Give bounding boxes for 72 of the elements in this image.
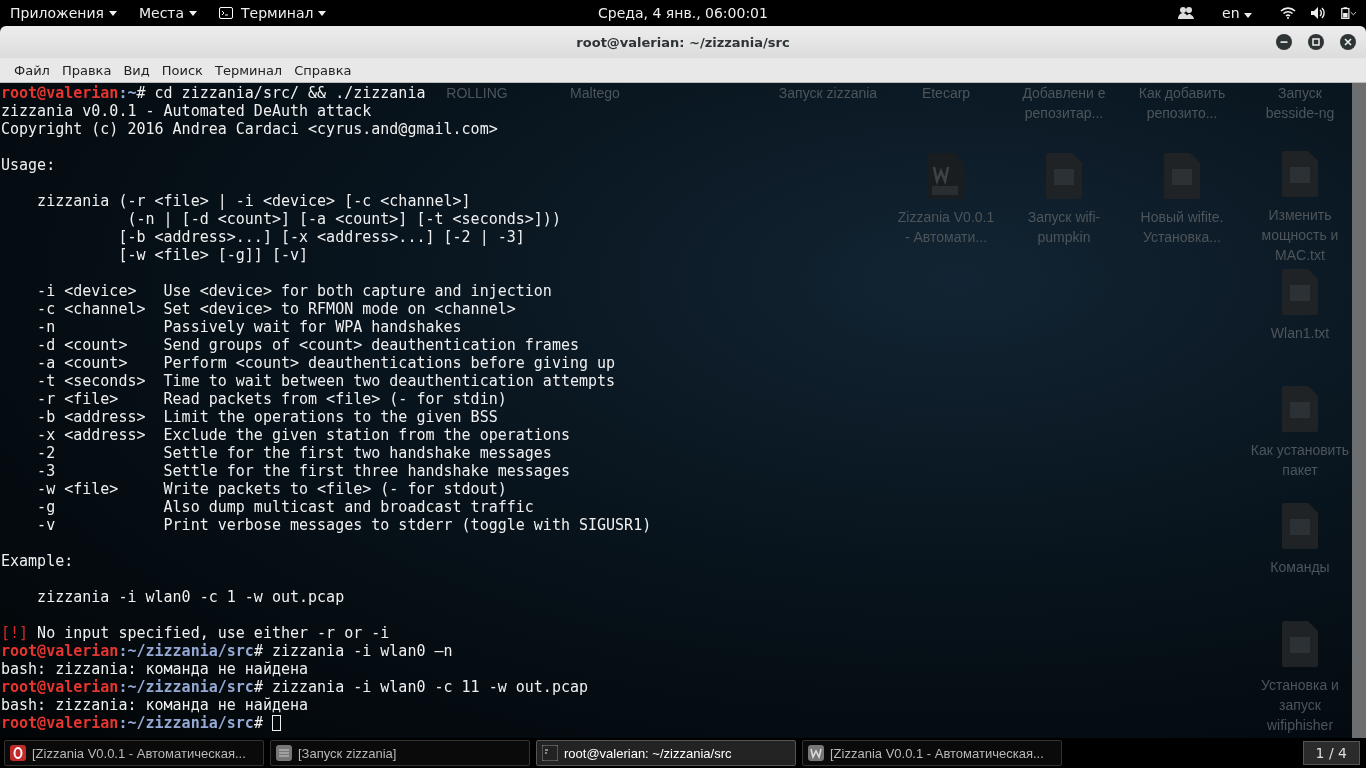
caret-icon <box>189 10 198 16</box>
terminal-line: -t <seconds> Time to wait between two deauthentication attempts <box>36 372 616 390</box>
document-file-icon[interactable] <box>1046 153 1082 199</box>
terminal-line: -b <address> Limit the operations to the given BSS <box>36 408 498 426</box>
workspace-switcher[interactable]: 1 / 4 <box>1302 741 1360 765</box>
menu-item[interactable]: Файл <box>8 62 56 78</box>
terminal-line: -a <count> Perform <count> deauthentications before giving up <box>36 354 616 372</box>
terminal-line: -w <file> Write packets to <file> (- for stdout) <box>36 480 507 498</box>
terminal-line: bash: zizzania: команда не найдена <box>1 660 309 678</box>
clock[interactable]: Среда, 4 янв., 06:00:01 <box>598 5 768 21</box>
document-file-icon[interactable] <box>1282 503 1318 550</box>
terminal-icon <box>542 745 558 761</box>
window-title: root@valerian: ~/zizzania/src <box>576 34 790 50</box>
menu-item[interactable]: Поиск <box>155 62 209 78</box>
terminal-line: zizzania -i wlan0 -c 1 -w out.pcap <box>36 588 345 606</box>
terminal-line: -n Passively wait for WPA handshakes <box>36 318 462 336</box>
close-icon[interactable] <box>1340 34 1356 50</box>
terminal-icon <box>219 7 234 19</box>
terminal-line: Copyright (c) 2016 Andrea Cardaci <cyrus.and@gmail.com> <box>1 120 498 138</box>
terminal-line: bash: zizzania: команда не найдена <box>1 696 309 714</box>
people-icon[interactable] <box>1178 6 1195 20</box>
caret-icon <box>318 10 327 16</box>
language-indicator[interactable]: en <box>1222 5 1252 21</box>
terminal-line: root@valerian:~/zizzania/src# zizzania -i wlan0 –n <box>1 642 453 660</box>
volume-icon[interactable] <box>1310 6 1326 20</box>
terminal-line: root@valerian:~# cd zizzania/src/ && ./zizzania <box>1 84 426 102</box>
terminal-line: -3 Settle for the first three handshake messages <box>36 462 570 480</box>
terminal-line: [!] No input specified, use either -r or -i <box>1 624 390 642</box>
maximize-icon[interactable] <box>1308 34 1324 50</box>
word-processor-icon <box>808 745 824 761</box>
terminal-line: -2 Settle for the first two handshake messages <box>36 444 552 462</box>
document-file-icon[interactable] <box>1282 620 1318 667</box>
document-file-icon[interactable] <box>1164 153 1200 199</box>
taskbar-item[interactable]: root@valerian: ~/zizzania/src <box>536 740 796 766</box>
terminal-line: -x <address> Exclude the given station from the operations <box>36 426 570 444</box>
minimize-icon[interactable] <box>1276 34 1292 50</box>
text-editor-icon <box>276 745 292 761</box>
terminal-line: -d <count> Send groups of <count> deauthentication frames <box>36 336 579 354</box>
terminal-line: (-n | [-d <count>] [-a <count>] [-t <seconds>])) <box>126 210 561 228</box>
taskbar-item[interactable]: [Запуск zizzania] <box>270 740 530 766</box>
panel-menu[interactable]: Терминал <box>219 5 327 21</box>
document-file-icon[interactable] <box>1282 386 1318 433</box>
terminal-line: -i <device> Use <device> for both capture and injection <box>36 282 552 300</box>
menu-item[interactable]: Правка <box>55 62 118 78</box>
terminal-line: -g Also dump multicast and broadcast traffic <box>36 498 534 516</box>
menu-item[interactable]: Справка <box>288 62 358 78</box>
terminal-line: -c <channel> Set <device> to RFMON mode on <channel> <box>36 300 516 318</box>
browser-icon <box>10 745 26 761</box>
terminal-line: [-b <address>...] [-x <address>...] [-2 | -3] <box>117 228 525 246</box>
terminal-line: -v Print verbose messages to stderr (toggle with SIGUSR1) <box>36 516 652 534</box>
menu-item[interactable]: Вид <box>117 62 156 78</box>
panel-menu[interactable]: Места <box>138 5 198 21</box>
terminal-line: root@valerian:~/zizzania/src# <box>1 714 281 732</box>
terminal-line: root@valerian:~/zizzania/src# zizzania -i wlan0 -c 11 -w out.pcap <box>1 678 588 696</box>
panel-menu[interactable]: Приложения <box>10 5 117 21</box>
taskbar-item[interactable]: [Zizzania V0.0.1 - Автоматическая... <box>4 740 264 766</box>
scrollbar[interactable] <box>1352 83 1366 738</box>
document-file-icon[interactable] <box>1282 151 1318 198</box>
document-file-icon[interactable] <box>1282 268 1318 315</box>
terminal-line: Example: <box>1 552 74 570</box>
menu-item[interactable]: Терминал <box>208 62 289 78</box>
terminal-line: zizzania v0.0.1 - Automated DeAuth attack <box>1 102 372 120</box>
caret-icon <box>1244 13 1252 18</box>
taskbar-item[interactable]: [Zizzania V0.0.1 - Автоматическая... <box>802 740 1062 766</box>
terminal-line: -r <file> Read packets from <file> (- for stdin) <box>36 390 507 408</box>
wifi-icon[interactable] <box>1280 6 1296 20</box>
terminal-line: [-w <file> [-g]] [-v] <box>117 246 309 264</box>
battery-icon[interactable] <box>1340 6 1356 20</box>
word-document-icon[interactable] <box>928 153 964 199</box>
caret-icon <box>108 10 117 16</box>
terminal-line: zizzania (-r <file> | -i <device> [-c <channel>] <box>36 192 471 210</box>
terminal-line: Usage: <box>1 156 56 174</box>
